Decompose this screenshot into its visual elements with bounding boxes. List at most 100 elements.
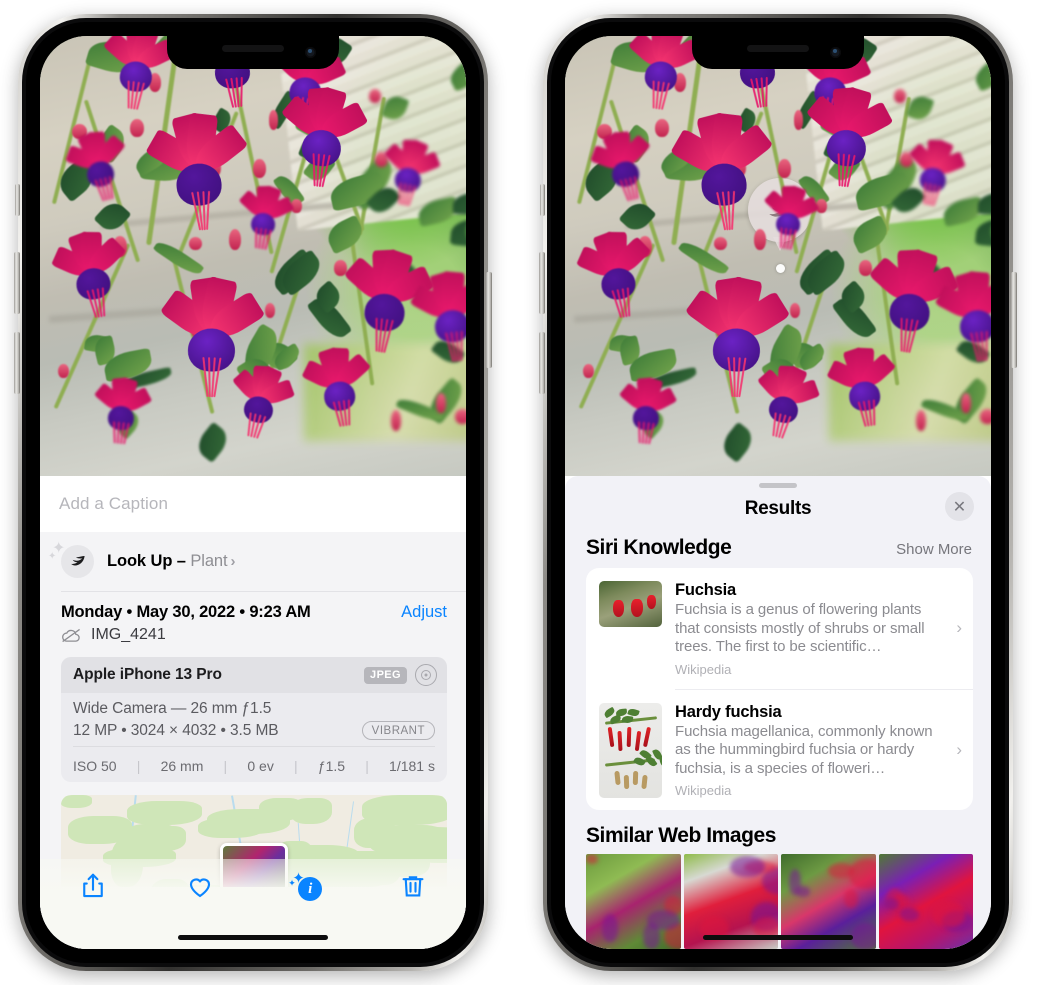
thumbnail-flower	[613, 600, 624, 618]
close-button[interactable]: ✕	[945, 492, 974, 521]
camera-device-name: Apple iPhone 13 Pro	[73, 666, 222, 683]
fuchsia-flower	[406, 268, 466, 362]
chevron-right-icon: ›	[956, 739, 962, 759]
map-park	[126, 800, 203, 826]
fuchsia-flower	[799, 84, 898, 188]
info-sparkle-icon: ✦ ✦ i	[288, 870, 323, 901]
flower-bud	[915, 410, 926, 432]
flower-bud	[253, 159, 267, 178]
exif-iso: ISO 50	[73, 758, 117, 774]
home-indicator[interactable]	[703, 935, 853, 940]
flower-bud	[778, 159, 792, 178]
camera-info-card[interactable]: Apple iPhone 13 Pro JPEG Wide Camera — 2…	[61, 657, 447, 782]
results-sheet: Results ✕ Siri Knowledge Show More Fuchs…	[565, 476, 991, 949]
siri-knowledge-card: Fuchsia Fuchsia is a genus of flowering …	[586, 568, 973, 810]
camera-header-badges: JPEG	[364, 664, 437, 686]
section-title: Siri Knowledge	[586, 536, 732, 559]
exif-separator: |	[136, 758, 141, 774]
image-size: 12 MP • 3024 × 4032 • 3.5 MB	[73, 721, 279, 739]
list-item[interactable]: Hardy fuchsia Fuchsia magellanica, commo…	[586, 690, 973, 811]
caption-placeholder: Add a Caption	[59, 494, 169, 513]
look-up-label: Look Up – Plant ›	[107, 552, 235, 571]
left-screen: Add a Caption ✦ ✦ Look Up – Plant › Mond…	[40, 36, 466, 949]
thumbnail-detail	[730, 855, 766, 878]
flower-bud	[436, 393, 446, 414]
result-title: Hardy fuchsia	[675, 702, 782, 721]
web-image-thumbnail[interactable]	[586, 854, 681, 949]
exif-stats-row: ISO 50 | 26 mm | 0 ev | ƒ1.5 | 1/181 s	[61, 752, 447, 782]
result-text: Hardy fuchsia Fuchsia magellanica, commo…	[675, 703, 962, 799]
thumbnail-detail	[844, 888, 859, 909]
photo-viewer[interactable]	[40, 36, 466, 476]
mute-switch[interactable]	[540, 184, 545, 216]
favorite-button[interactable]	[147, 871, 254, 901]
list-item[interactable]: Fuchsia Fuchsia is a genus of flowering …	[586, 568, 973, 689]
result-source: Wikipedia	[675, 783, 732, 798]
delete-button[interactable]	[360, 871, 467, 901]
thumbnail-leaf	[658, 754, 662, 768]
icloud-slash-icon	[62, 628, 80, 642]
flower-stamen	[652, 80, 655, 108]
flower-bud	[268, 110, 279, 130]
fuchsia-flower	[297, 343, 378, 428]
fuchsia-flower	[46, 226, 136, 318]
flower-stamen	[900, 317, 903, 352]
result-title: Fuchsia	[675, 581, 736, 599]
thumbnail-detail	[850, 922, 876, 949]
fuchsia-flower	[571, 226, 661, 318]
thumbnail-seedpod	[641, 774, 648, 789]
map-park	[61, 795, 92, 808]
thumbnail-detail	[602, 914, 619, 942]
photo-viewer[interactable]	[565, 36, 991, 476]
show-more-button[interactable]: Show More	[896, 541, 972, 558]
photo-date: Monday • May 30, 2022 • 9:23 AM	[61, 603, 311, 621]
flower-bud	[390, 410, 401, 432]
result-description: Fuchsia magellanica, commonly known as t…	[675, 722, 933, 777]
device-notch	[167, 36, 339, 69]
caption-field[interactable]: Add a Caption	[40, 476, 466, 532]
exif-shutter: 1/181 s	[389, 758, 435, 774]
result-source: Wikipedia	[675, 661, 732, 677]
thumbnail-seedpod	[614, 770, 621, 785]
home-indicator[interactable]	[178, 935, 328, 940]
lens-aperture-icon	[415, 664, 437, 686]
camera-info-header: Apple iPhone 13 Pro JPEG	[61, 657, 447, 693]
volume-up-button[interactable]	[14, 252, 20, 314]
size-row: 12 MP • 3024 × 4032 • 3.5 MB VIBRANT	[73, 721, 435, 740]
power-button[interactable]	[486, 272, 492, 368]
info-button[interactable]: ✦ ✦ i	[253, 870, 360, 901]
similar-web-images-header: Similar Web Images	[565, 810, 991, 854]
front-camera-icon	[830, 47, 841, 58]
map-park	[362, 795, 447, 825]
volume-up-button[interactable]	[539, 252, 545, 314]
info-circle-icon: i	[298, 877, 323, 901]
volume-down-button[interactable]	[14, 332, 20, 394]
lens-description: Wide Camera — 26 mm ƒ1.5	[73, 700, 272, 717]
thumbnail-detail	[900, 908, 919, 921]
thumbnail-flower	[642, 726, 652, 747]
map-park	[198, 817, 265, 839]
volume-down-button[interactable]	[539, 332, 545, 394]
flower-bud	[583, 363, 594, 378]
mute-switch[interactable]	[15, 184, 20, 216]
power-button[interactable]	[1011, 272, 1017, 368]
thumbnail-detail	[646, 910, 680, 930]
fuchsia-flower	[822, 343, 903, 428]
front-camera-icon	[305, 47, 316, 58]
section-title: Similar Web Images	[586, 824, 776, 847]
share-button[interactable]	[40, 871, 147, 901]
device-notch	[692, 36, 864, 69]
results-title: Results	[744, 498, 812, 519]
flower-bud	[455, 408, 466, 424]
thumbnail-detail	[586, 854, 598, 864]
adjust-button[interactable]: Adjust	[401, 603, 447, 622]
map-park	[369, 824, 447, 856]
look-up-row[interactable]: ✦ ✦ Look Up – Plant ›	[40, 532, 466, 591]
map-park	[290, 798, 333, 825]
web-image-thumbnail[interactable]	[878, 854, 973, 949]
flower-stamen	[239, 76, 243, 107]
results-header: Results ✕	[565, 488, 991, 530]
map-park	[143, 826, 186, 851]
result-thumbnail	[599, 581, 662, 627]
fuchsia-flower	[899, 134, 970, 207]
